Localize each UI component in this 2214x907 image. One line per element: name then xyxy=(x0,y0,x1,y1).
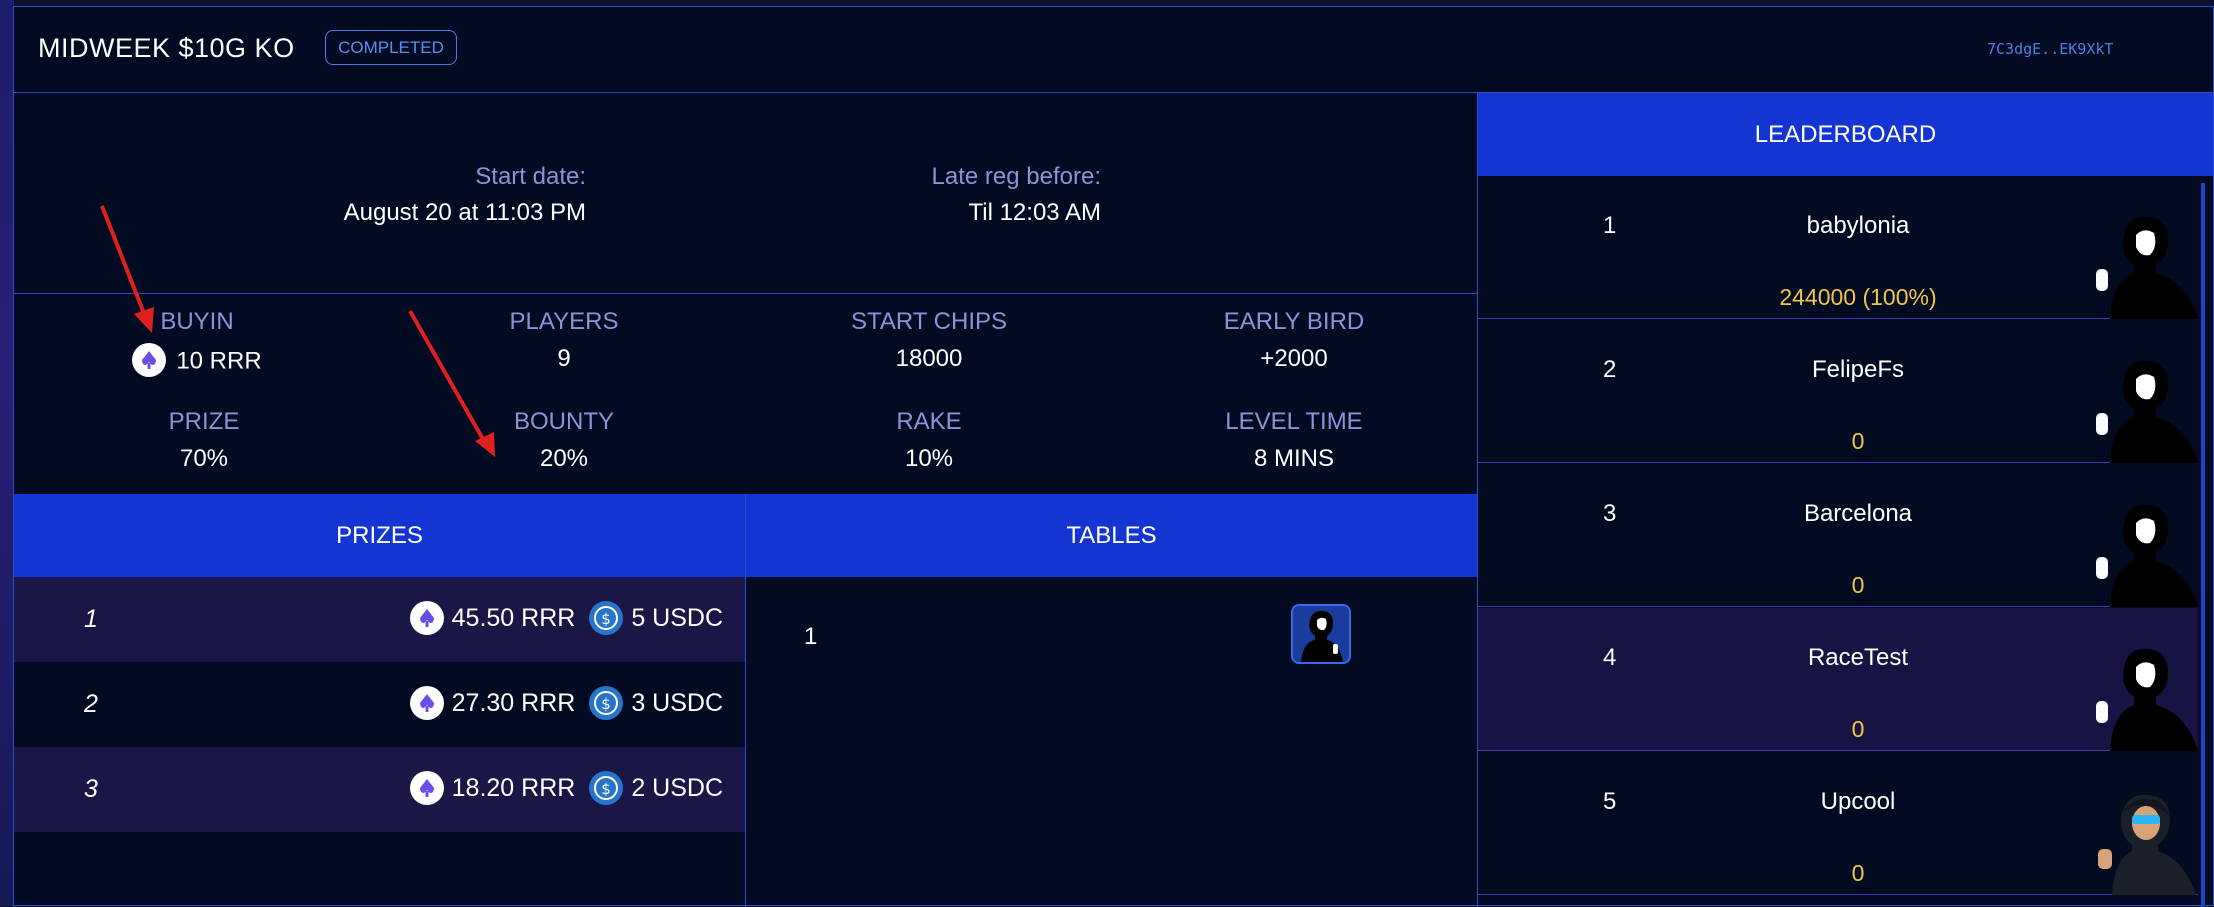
late-reg-value: Til 12:03 AM xyxy=(968,199,1101,226)
prize-amounts: 27.30 RRR $ 3 USDC xyxy=(409,686,723,720)
rrr-coin-icon xyxy=(409,601,444,635)
start-date-label: Start date: xyxy=(475,163,586,190)
prize-amounts: 18.20 RRR $ 2 USDC xyxy=(409,771,723,805)
leaderboard-position: 1 xyxy=(1603,212,1617,239)
silhouette-avatar-icon xyxy=(2096,504,2198,607)
schedule-info: Start date: August 20 at 11:03 PM Late r… xyxy=(14,93,1477,294)
stat-rake-label: RAKE xyxy=(896,408,962,435)
stat-prize-value: 70% xyxy=(179,445,229,472)
prize-rank: 2 xyxy=(84,690,98,718)
stat-bounty: BOUNTY 20% xyxy=(384,408,744,473)
silhouette-avatar-icon xyxy=(2096,648,2198,751)
stat-level-time-value: 8 MINS xyxy=(1253,445,1334,472)
stat-prize-label: PRIZE xyxy=(168,408,240,435)
leaderboard-chips: 0 xyxy=(1851,428,1865,454)
prizes-heading[interactable]: PRIZES xyxy=(14,494,745,577)
silhouette-avatar-icon xyxy=(2096,216,2198,319)
prize-usdc-amount: 2 USDC xyxy=(631,773,723,802)
leaderboard-chips: 244000 (100%) xyxy=(1779,284,1937,310)
prize-rrr-amount: 27.30 RRR xyxy=(451,688,576,717)
tournament-address[interactable]: 7C3dgE..EK9XkT xyxy=(1987,40,2113,58)
page-background xyxy=(0,0,14,906)
rrr-coin-icon xyxy=(409,771,444,805)
leaderboard-name: Barcelona xyxy=(1803,500,1913,527)
usdc-coin-icon: $ xyxy=(589,686,624,720)
stat-early-bird-label: EARLY BIRD xyxy=(1223,308,1365,335)
start-date-value: August 20 at 11:03 PM xyxy=(343,199,586,226)
stat-buyin-label: BUYIN xyxy=(160,308,234,335)
leaderboard-heading[interactable]: LEADERBOARD xyxy=(1478,93,2213,176)
hooded-avatar-icon xyxy=(2098,794,2196,895)
prize-usdc-amount: 3 USDC xyxy=(631,688,723,717)
prize-rank: 1 xyxy=(84,605,98,633)
leaderboard-row[interactable]: 2 FelipeFs 0 xyxy=(1478,320,2198,463)
usdc-coin-icon: $ xyxy=(589,601,624,635)
leaderboard-chips: 0 xyxy=(1851,572,1865,598)
tournament-stats: BUYIN 10 RRR PLAYERS 9 START CHIPS 18000… xyxy=(14,294,1477,494)
leaderboard-row[interactable]: 3 Barcelona 0 xyxy=(1478,464,2198,607)
leaderboard-name: Upcool xyxy=(1820,788,1896,815)
stat-buyin: BUYIN 10 RRR xyxy=(17,308,377,379)
stat-start-chips: START CHIPS 18000 xyxy=(749,308,1109,373)
silhouette-avatar-icon xyxy=(1293,606,1349,662)
stat-rake: RAKE 10% xyxy=(749,408,1109,473)
leaderboard-position: 3 xyxy=(1603,500,1617,527)
usdc-coin-icon: $ xyxy=(589,771,624,805)
stat-level-time-label: LEVEL TIME xyxy=(1225,408,1363,435)
stat-early-bird: EARLY BIRD +2000 xyxy=(1114,308,1474,373)
stat-players-value: 9 xyxy=(557,345,571,372)
prize-rrr-amount: 45.50 RRR xyxy=(451,603,576,632)
leaderboard-chips: 0 xyxy=(1851,860,1865,886)
leaderboard-scrollbar[interactable] xyxy=(2201,183,2205,907)
prize-row: 3 18.20 RRR $ 2 USDC xyxy=(14,747,745,832)
table-player-avatar[interactable] xyxy=(1291,604,1351,664)
leaderboard-row[interactable]: 1 babylonia 244000 (100%) xyxy=(1478,176,2198,319)
column-divider xyxy=(745,494,746,907)
stat-bounty-label: BOUNTY xyxy=(513,408,614,435)
tournament-header: MIDWEEK $10G KO COMPLETED 7C3dgE..EK9XkT xyxy=(14,7,2213,93)
prize-row: 2 27.30 RRR $ 3 USDC xyxy=(14,662,745,747)
prize-rrr-amount: 18.20 RRR xyxy=(451,773,576,802)
leaderboard-name: RaceTest xyxy=(1807,644,1909,671)
stat-early-bird-value: +2000 xyxy=(1260,345,1328,372)
stat-start-chips-value: 18000 xyxy=(895,345,963,372)
stat-players: PLAYERS 9 xyxy=(384,308,744,373)
leaderboard-row[interactable]: 4 RaceTest 0 xyxy=(1478,608,2198,751)
leaderboard-name: babylonia xyxy=(1806,212,1910,239)
tables-heading[interactable]: TABLES xyxy=(746,494,1477,577)
prize-usdc-amount: 5 USDC xyxy=(631,603,723,632)
table-number[interactable]: 1 xyxy=(804,623,817,651)
leaderboard-position: 4 xyxy=(1603,644,1617,671)
stat-buyin-value: 10 RRR xyxy=(176,347,262,375)
leaderboard-chips: 0 xyxy=(1851,716,1865,742)
tournament-title: MIDWEEK $10G KO xyxy=(38,33,295,63)
leaderboard-name: FelipeFs xyxy=(1811,356,1905,383)
tournament-panel: MIDWEEK $10G KO COMPLETED 7C3dgE..EK9XkT… xyxy=(13,6,2214,907)
rrr-coin-icon xyxy=(409,686,444,720)
stat-buyin-value-wrap: 10 RRR xyxy=(17,343,377,379)
leaderboard-position: 2 xyxy=(1603,356,1617,383)
rrr-coin-icon xyxy=(132,343,167,377)
stat-bounty-value: 20% xyxy=(539,445,589,472)
stat-prize: PRIZE 70% xyxy=(24,408,384,473)
late-reg-label: Late reg before: xyxy=(931,163,1101,190)
silhouette-avatar-icon xyxy=(2096,360,2198,463)
stat-start-chips-label: START CHIPS xyxy=(850,308,1008,335)
status-badge: COMPLETED xyxy=(325,30,457,65)
svg-text:$: $ xyxy=(602,695,612,713)
prize-rank: 3 xyxy=(84,775,98,803)
stat-level-time: LEVEL TIME 8 MINS xyxy=(1114,408,1474,473)
prize-row: 1 45.50 RRR $ 5 USDC xyxy=(14,577,745,662)
leaderboard-row[interactable]: 5 Upcool 0 xyxy=(1478,752,2198,895)
stat-rake-value: 10% xyxy=(904,445,954,472)
prize-amounts: 45.50 RRR $ 5 USDC xyxy=(409,601,723,635)
leaderboard-position: 5 xyxy=(1603,788,1617,815)
svg-text:$: $ xyxy=(602,780,612,798)
stat-players-label: PLAYERS xyxy=(509,308,619,335)
svg-text:$: $ xyxy=(602,610,612,628)
